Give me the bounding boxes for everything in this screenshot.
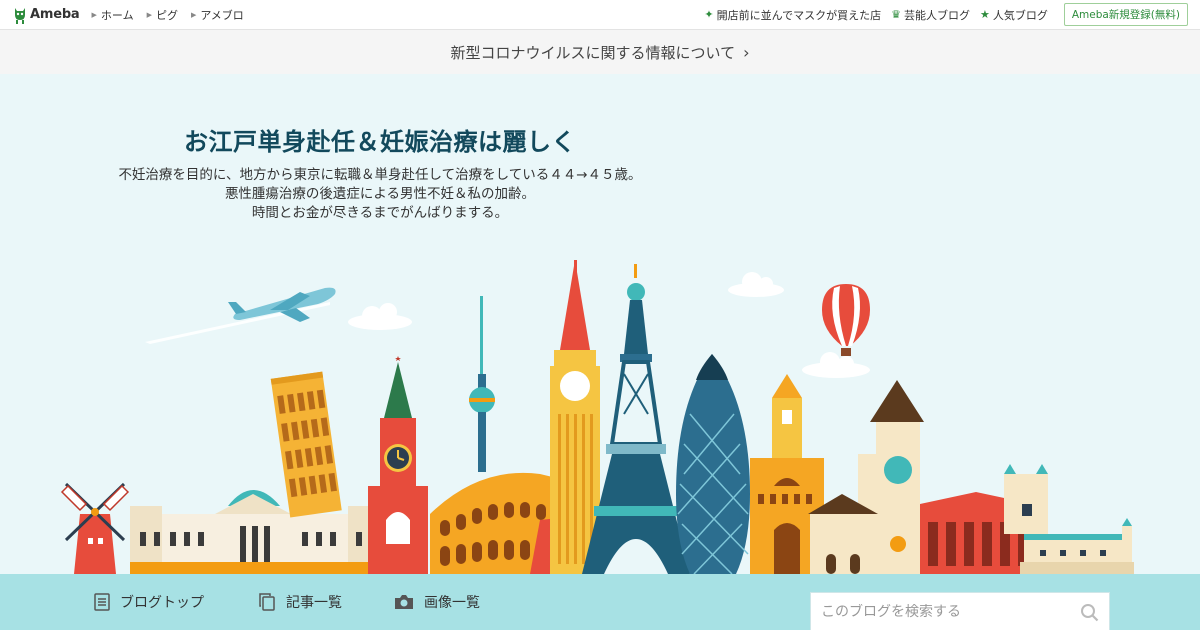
tab-label: ブログトップ [120,595,204,611]
nav-ameblo-link[interactable]: ▶ アメブロ [191,7,244,23]
tab-article-list[interactable]: 記事一覧 [258,592,342,612]
topic-link-popular[interactable]: ★ 人気ブログ [980,7,1048,23]
tab-label: 記事一覧 [286,595,342,611]
nav-home-link[interactable]: ▶ ホーム [92,7,134,23]
big-ben-icon [550,260,600,574]
topics-nav: ✦ 開店前に並んでマスクが買えた店 ♛ 芸能人ブログ ★ 人気ブログ Ameba新規登… [694,3,1188,26]
topic-label: 人気ブログ [992,8,1048,22]
tab-label: 画像一覧 [424,595,480,611]
search-input[interactable] [811,604,1071,620]
gherkin-building-icon [676,354,750,574]
description-line: 悪性腫瘍治療の後遺症による男性不妊＆私の加齢。 [224,186,536,202]
blog-description: 不妊治療を目的に、地方から東京に転職＆単身赴任して治療をしている４４→４５歳。 … [80,166,680,223]
kremlin-tower-icon [368,356,428,574]
reichstag-icon [130,490,380,574]
covid-notice-link[interactable]: 新型コロナウイルスに関する情報について › [0,30,1200,74]
topic-link-celebrity[interactable]: ♛ 芸能人ブログ [891,7,970,23]
chevron-right-icon: › [743,42,750,62]
cloud-icon [348,272,870,378]
tab-blog-top[interactable]: ブログトップ [94,592,204,612]
blog-header: お江戸単身赴任＆妊娠治療は麗しく 不妊治療を目的に、地方から東京に転職＆単身赴任… [0,74,1200,574]
ameba-logo[interactable]: Ameba [12,6,80,24]
top-bar: Ameba ▶ ホーム ▶ ピグ ▶ アメブロ ✦ 開店前に並んでマスクが買えた店 ♛ 芸… [0,0,1200,30]
nav-pigg-link[interactable]: ▶ ピグ [147,7,178,23]
caret-right-icon: ▶ [91,10,97,19]
topic-label: 開店前に並んでマスクが買えた店 [716,8,882,22]
sparkle-icon: ✦ [704,8,714,21]
hot-air-balloon-icon [822,284,870,356]
caret-right-icon: ▶ [190,10,197,19]
ameba-mascot-icon [15,7,25,24]
caret-right-icon: ▶ [146,10,152,19]
topic-label: 芸能人ブログ [903,8,970,22]
blog-title[interactable]: お江戸単身赴任＆妊娠治療は麗しく [80,122,680,157]
logo-text: Ameba [30,7,80,22]
tv-tower-icon [469,296,495,472]
register-button[interactable]: Ameba新規登録(無料) [1063,3,1188,26]
crown-icon: ♛ [891,8,901,21]
prague-tower-icon [808,380,924,574]
blog-search-box [810,592,1110,630]
copy-icon [259,593,275,611]
nav-label: アメブロ [200,8,244,22]
nav-label: ホーム [100,8,134,22]
windmill-icon [60,482,130,574]
notice-text: 新型コロナウイルスに関する情報について [450,43,736,62]
nav-label: ピグ [155,8,178,22]
blog-nav-bar: ブログトップ 記事一覧 画像一覧 [0,574,1200,630]
tab-image-list[interactable]: 画像一覧 [394,592,480,612]
description-line: 時間とお金が尽きるまでがんばりまする。 [251,205,509,221]
star-icon: ★ [979,8,990,21]
pisa-tower-icon [270,371,342,518]
camera-icon [395,595,413,609]
description-line: 不妊治療を目的に、地方から東京に転職＆単身赴任して治療をしている４４→４５歳。 [118,167,642,183]
global-nav: ▶ ホーム ▶ ピグ ▶ アメブロ [92,7,257,23]
search-icon[interactable] [1080,603,1099,622]
document-icon [94,593,110,611]
topic-link-mask[interactable]: ✦ 開店前に並んでマスクが買えた店 [704,7,881,23]
